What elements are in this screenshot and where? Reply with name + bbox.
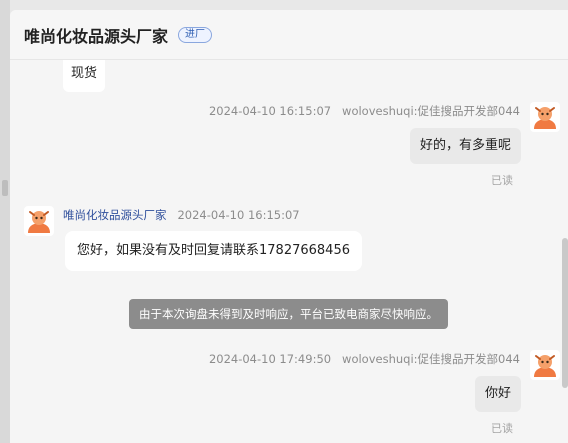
message-meta-outgoing: 2024-04-10 17:49:50 woloveshuqi:促佳搜品开发部0… — [209, 351, 520, 367]
message-bubble-outgoing[interactable]: 你好 — [474, 376, 521, 412]
message-bubble-outgoing[interactable]: 好的，有多重呢 — [409, 128, 521, 164]
message-meta-outgoing: 2024-04-10 16:15:07 woloveshuqi:促佳搜品开发部0… — [209, 103, 520, 119]
chat-panel: 唯尚化妆品源头厂家 进厂 现货 2024-04-10 16:15:07 wolo… — [10, 10, 568, 443]
message-bubble-incoming[interactable]: 现货 — [63, 60, 106, 92]
user-avatar-icon[interactable] — [530, 350, 560, 380]
read-status: 已读 — [491, 174, 513, 187]
left-edge-strip — [0, 0, 10, 443]
merchant-name-link[interactable]: 唯尚化妆品源头厂家 — [63, 208, 167, 222]
message-timestamp: 2024-04-10 17:49:50 — [208, 352, 332, 366]
left-edge-handle[interactable] — [2, 180, 8, 196]
chat-header: 唯尚化妆品源头厂家 进厂 — [10, 10, 568, 60]
message-sender: woloveshuqi:促佳搜品开发部044 — [342, 352, 520, 366]
message-bubble-incoming[interactable]: 您好，如果没有及时回复请联系17827668456 — [65, 231, 362, 271]
message-meta-incoming: 唯尚化妆品源头厂家 2024-04-10 16:15:07 — [63, 207, 300, 223]
system-notice: 由于本次询盘未得到及时响应，平台已致电商家尽快响应。 — [129, 299, 448, 329]
chat-title: 唯尚化妆品源头厂家 — [24, 26, 169, 46]
chat-scrollbar[interactable] — [562, 238, 568, 388]
message-sender: woloveshuqi:促佳搜品开发部044 — [342, 104, 520, 118]
merchant-avatar-icon[interactable] — [24, 206, 54, 236]
factory-badge[interactable]: 进厂 — [178, 26, 213, 43]
read-status: 已读 — [491, 422, 513, 435]
message-timestamp: 2024-04-10 16:15:07 — [208, 104, 332, 118]
user-avatar-icon[interactable] — [530, 102, 560, 132]
message-timestamp: 2024-04-10 16:15:07 — [177, 208, 300, 222]
